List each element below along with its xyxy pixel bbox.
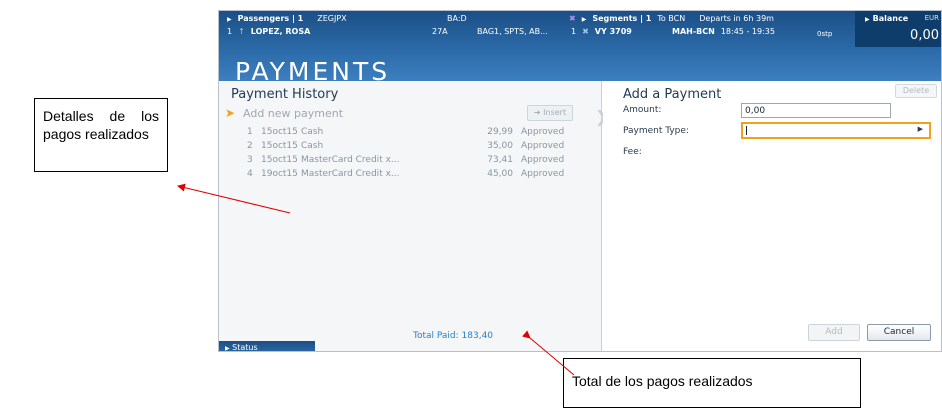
arrow-to-total bbox=[522, 330, 575, 376]
arrow-to-details bbox=[177, 183, 291, 214]
annotation-arrows bbox=[177, 183, 575, 376]
